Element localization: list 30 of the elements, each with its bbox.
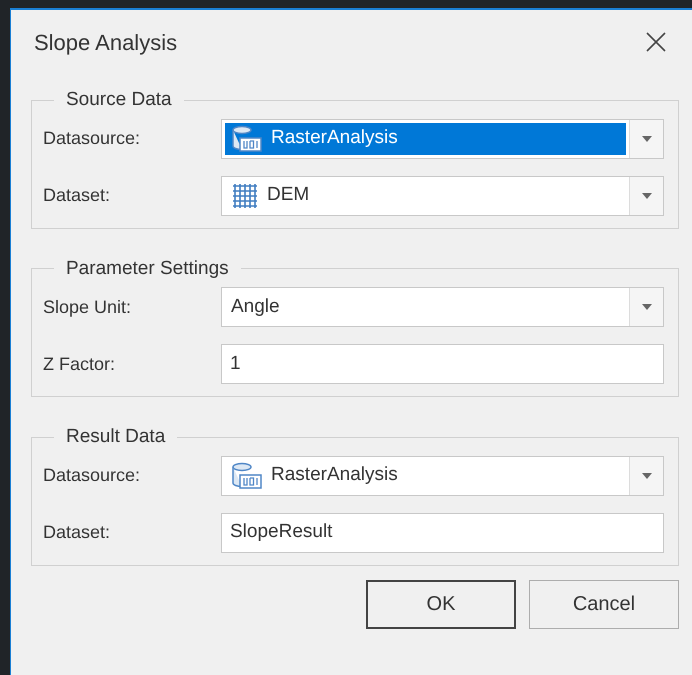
group-title: Parameter Settings xyxy=(65,256,230,280)
grid-icon xyxy=(231,182,259,208)
field-label: Slope Unit: xyxy=(43,296,132,319)
dialog-button[interactable]: Cancel xyxy=(529,580,679,628)
database-icon xyxy=(231,462,263,490)
dropdown[interactable]: DEM xyxy=(221,176,664,216)
dropdown-value: RasterAnalysis xyxy=(225,122,626,154)
dropdown-value: RasterAnalysis xyxy=(225,460,626,492)
dropdown-value: Angle xyxy=(230,294,281,319)
dropdown-value: DEM xyxy=(225,180,626,212)
caret-icon[interactable] xyxy=(642,304,652,310)
input-field[interactable]: 1 xyxy=(221,344,664,384)
field-label: Datasource: xyxy=(43,464,142,487)
database-icon xyxy=(231,124,263,152)
window-title: Slope Analysis xyxy=(34,28,178,57)
field-label: Dataset: xyxy=(43,184,112,207)
caret-icon[interactable] xyxy=(642,136,652,142)
dropdown[interactable]: Angle xyxy=(221,287,664,327)
field-label: Datasource: xyxy=(43,127,142,150)
field-label: Dataset: xyxy=(43,521,112,544)
input-field[interactable]: SlopeResult xyxy=(221,512,664,552)
field-label: Z Factor: xyxy=(43,352,116,376)
dropdown[interactable]: RasterAnalysis xyxy=(221,118,664,158)
group-title: Result Data xyxy=(65,425,166,449)
caret-icon[interactable] xyxy=(642,192,652,198)
close-icon[interactable] xyxy=(646,32,666,52)
group-title: Source Data xyxy=(65,88,173,112)
dropdown[interactable]: RasterAnalysis xyxy=(221,456,664,496)
dialog-button[interactable]: OK xyxy=(366,580,516,628)
caret-icon[interactable] xyxy=(642,472,652,478)
